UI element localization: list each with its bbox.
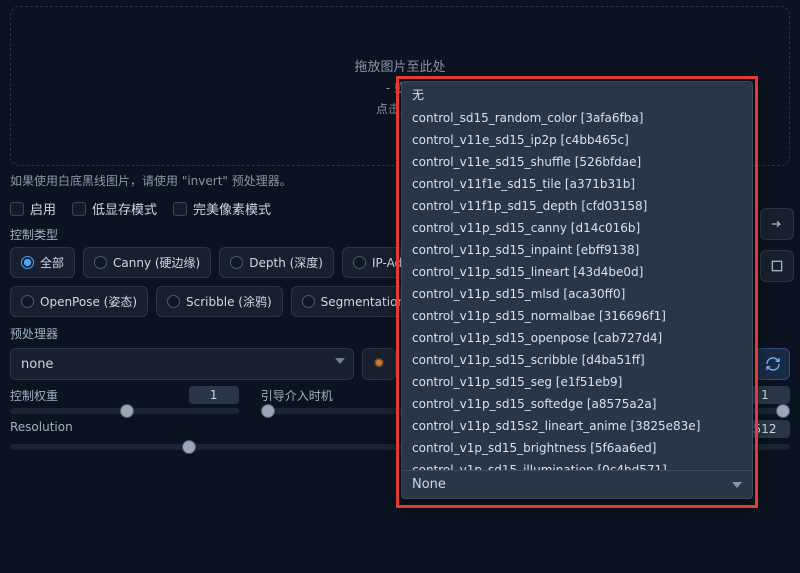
model-dropdown-popup: 无control_sd15_random_color [3afa6fba]con…: [401, 81, 753, 499]
model-search-row: [402, 470, 752, 498]
resolution-label: Resolution: [10, 420, 73, 438]
model-option[interactable]: 无: [402, 82, 752, 107]
lowvram-checkbox[interactable]: 低显存模式: [72, 199, 157, 218]
enable-checkbox[interactable]: 启用: [10, 199, 56, 218]
model-option[interactable]: control_v11e_sd15_shuffle [526bfdae]: [402, 151, 752, 173]
weight-label: 控制权重: [10, 387, 58, 404]
dropzone-text-1: 拖放图片至此处: [354, 56, 445, 75]
pixelperfect-checkbox[interactable]: 完美像素模式: [173, 199, 271, 218]
chevron-down-icon: [732, 482, 742, 488]
preprocessor-select[interactable]: none: [10, 348, 354, 380]
control-type-option[interactable]: Depth (深度): [219, 247, 334, 278]
model-option[interactable]: control_v11p_sd15_canny [d14c016b]: [402, 217, 752, 239]
pixelperfect-label: 完美像素模式: [193, 199, 271, 218]
lowvram-label: 低显存模式: [92, 199, 157, 218]
model-option[interactable]: control_sd15_random_color [3afa6fba]: [402, 107, 752, 129]
control-type-option[interactable]: OpenPose (姿态): [10, 286, 148, 317]
model-option[interactable]: control_v11p_sd15_softedge [a8575a2a]: [402, 393, 752, 415]
model-option[interactable]: control_v1p_sd15_illumination [0c4bd571]: [402, 459, 752, 470]
chevron-down-icon: [335, 358, 345, 364]
enable-label: 启用: [30, 199, 56, 218]
model-option[interactable]: control_v11p_sd15_lineart [43d4be0d]: [402, 261, 752, 283]
preprocessor-value: none: [21, 357, 53, 372]
control-type-option[interactable]: Scribble (涂鸦): [156, 286, 283, 317]
model-option[interactable]: control_v11e_sd15_ip2p [c4bb465c]: [402, 129, 752, 151]
weight-value[interactable]: 1: [189, 386, 239, 404]
explode-button[interactable]: [362, 348, 396, 380]
control-type-option[interactable]: 全部: [10, 247, 75, 278]
model-option[interactable]: control_v11p_sd15s2_lineart_anime [3825e…: [402, 415, 752, 437]
side-action-button-2[interactable]: [760, 250, 794, 282]
control-type-option[interactable]: Canny (硬边缘): [83, 247, 211, 278]
model-option[interactable]: control_v11p_sd15_scribble [d4ba51ff]: [402, 349, 752, 371]
model-option[interactable]: control_v11p_sd15_openpose [cab727d4]: [402, 327, 752, 349]
side-action-button-1[interactable]: [760, 208, 794, 240]
model-option[interactable]: control_v11p_sd15_inpaint [ebff9138]: [402, 239, 752, 261]
weight-slider[interactable]: [10, 408, 239, 414]
model-search-input[interactable]: [412, 477, 732, 492]
model-option[interactable]: control_v1p_sd15_brightness [5f6aa6ed]: [402, 437, 752, 459]
start-label: 引导介入时机: [261, 387, 333, 404]
model-option[interactable]: control_v11f1e_sd15_tile [a371b31b]: [402, 173, 752, 195]
model-option[interactable]: control_v11p_sd15_seg [e1f51eb9]: [402, 371, 752, 393]
refresh-button[interactable]: [756, 348, 790, 380]
model-option[interactable]: control_v11p_sd15_normalbae [316696f1]: [402, 305, 752, 327]
model-option[interactable]: control_v11p_sd15_mlsd [aca30ff0]: [402, 283, 752, 305]
model-option[interactable]: control_v11f1p_sd15_depth [cfd03158]: [402, 195, 752, 217]
